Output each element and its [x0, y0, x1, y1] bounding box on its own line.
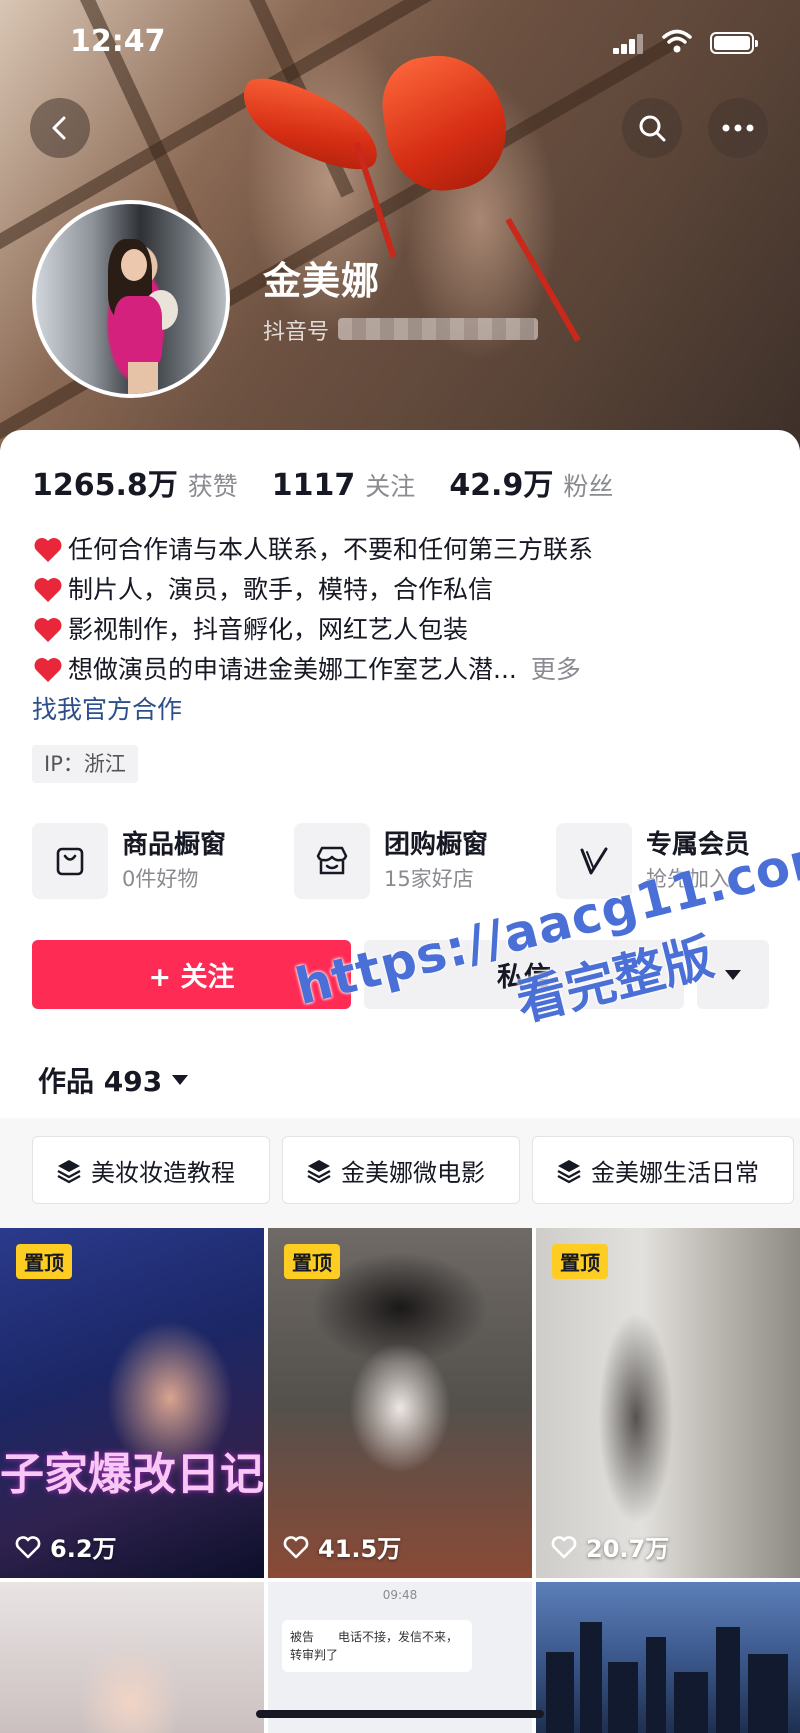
red-heart-icon: [34, 538, 62, 562]
stat-label: 粉丝: [563, 472, 614, 501]
battery-icon: [710, 32, 758, 54]
playlist-chip[interactable]: 金美娜生活日常: [532, 1136, 794, 1204]
profile-cover: 12:47 金美娜 抖音号: [0, 0, 800, 450]
city-building: [748, 1654, 788, 1733]
more-button[interactable]: [708, 98, 768, 158]
bio-text: 制片人，演员，歌手，模特，合作私信: [68, 575, 494, 604]
bio-text: 任何合作请与本人联系，不要和任何第三方联系: [68, 535, 594, 564]
layers-icon: [57, 1160, 81, 1184]
red-heart-icon: [34, 578, 62, 602]
more-dots-icon: [722, 124, 754, 132]
stat-value: 42.9万: [449, 468, 554, 503]
shortcut-icon-box: [294, 823, 370, 899]
bio-text: 影视制作，抖音孵化，网红艺人包装: [68, 615, 469, 644]
playlist-label: 金美娜生活日常: [591, 1158, 759, 1187]
city-building: [608, 1662, 638, 1733]
profile-stats: 1265.8万 获赞 1117 关注 42.9万 粉丝: [32, 460, 647, 504]
like-count: 20.7万: [550, 1529, 669, 1564]
heart-outline-icon: [15, 1535, 41, 1558]
shortcut-product-window[interactable]: 商品橱窗 0件好物: [32, 823, 226, 899]
heart-outline-icon: [551, 1535, 577, 1558]
profile-bio: 任何合作请与本人联系，不要和任何第三方联系 制片人，演员，歌手，模特，合作私信 …: [32, 530, 772, 730]
bio-line: 想做演员的申请进金美娜工作室艺人潜... 更多: [32, 650, 772, 690]
status-bar: 12:47: [0, 0, 800, 90]
stat-label: 关注: [365, 472, 416, 501]
douyin-id-label: 抖音号: [263, 320, 330, 345]
like-count: 41.5万: [282, 1529, 401, 1564]
stat-following[interactable]: 1117 关注: [272, 467, 416, 503]
bio-line: 制片人，演员，歌手，模特，合作私信: [32, 570, 772, 610]
bag-icon: [56, 847, 84, 876]
city-building: [546, 1652, 574, 1733]
video-thumbnail[interactable]: [0, 1582, 264, 1733]
video-thumbnail[interactable]: [536, 1582, 800, 1733]
playlist-chip[interactable]: 金美娜微电影: [282, 1136, 520, 1204]
home-indicator: [256, 1710, 544, 1718]
douyin-id-blurred[interactable]: [338, 318, 538, 340]
playlist-row: 美妆妆造教程 金美娜微电影 金美娜生活日常: [0, 1118, 800, 1228]
playlist-chip[interactable]: 美妆妆造教程: [32, 1136, 270, 1204]
red-heart-icon: [34, 618, 62, 642]
like-count-value: 6.2万: [50, 1535, 117, 1563]
city-building: [580, 1622, 602, 1733]
search-button[interactable]: [622, 98, 682, 158]
playlist-label: 金美娜微电影: [341, 1158, 485, 1187]
stat-value: 1265.8万: [32, 468, 178, 503]
tab-works-label: 作品 493: [38, 1065, 163, 1098]
stat-value: 1117: [271, 468, 356, 503]
profile-name: 金美娜: [263, 259, 381, 303]
layers-icon: [557, 1160, 581, 1184]
pinned-badge: 置顶: [284, 1244, 340, 1279]
avatar[interactable]: [32, 200, 230, 398]
video-caption-overlay: 子家爆改日记: [0, 1449, 264, 1500]
layers-icon: [307, 1160, 331, 1184]
ip-location-tag: IP：浙江: [32, 745, 138, 783]
chat-timestamp: 09:48: [382, 1588, 418, 1602]
pinned-badge: 置顶: [16, 1244, 72, 1279]
back-button[interactable]: [30, 98, 90, 158]
search-icon: [639, 115, 666, 142]
city-building: [674, 1672, 708, 1733]
chevron-left-icon: [52, 116, 66, 140]
city-building: [716, 1627, 740, 1733]
shortcut-title: 团购橱窗: [384, 830, 489, 860]
caret-down-icon: [172, 1075, 189, 1085]
shortcut-group-buy[interactable]: 团购橱窗 15家好店: [294, 823, 488, 899]
stat-followers[interactable]: 42.9万 粉丝: [449, 460, 613, 504]
bio-text: 想做演员的申请进金美娜工作室艺人潜...: [68, 655, 517, 684]
bio-more-link[interactable]: 更多: [531, 650, 581, 690]
video-thumbnail[interactable]: 置顶 20.7万: [536, 1228, 800, 1578]
status-time: 12:47: [70, 24, 166, 59]
bio-line: 任何合作请与本人联系，不要和任何第三方联系: [32, 530, 772, 570]
video-thumbnail[interactable]: 置顶 子家爆改日记 6.2万: [0, 1228, 264, 1578]
shortcut-subtitle: 15家好店: [384, 867, 474, 891]
playlist-label: 美妆妆造教程: [91, 1158, 235, 1187]
store-icon: [316, 846, 348, 875]
chat-bubble: 被告 电话不接，发信不来，转审判了: [282, 1620, 472, 1672]
video-thumbnail[interactable]: 置顶 41.5万: [268, 1228, 532, 1578]
like-count: 6.2万: [14, 1529, 117, 1564]
like-count-value: 41.5万: [318, 1535, 402, 1563]
shortcut-subtitle: 0件好物: [122, 867, 199, 891]
signal-icon: [613, 34, 645, 54]
stat-likes[interactable]: 1265.8万 获赞: [32, 460, 238, 504]
profile-card: 1265.8万 获赞 1117 关注 42.9万 粉丝 任何合作请与本人联系，不…: [0, 430, 800, 1733]
red-heart-icon: [34, 658, 62, 682]
tab-works[interactable]: 作品 493: [38, 1060, 189, 1100]
heart-outline-icon: [283, 1535, 309, 1558]
shortcut-icon-box: [32, 823, 108, 899]
like-count-value: 20.7万: [586, 1535, 670, 1563]
vip-icon: [580, 847, 608, 875]
shortcut-title: 商品橱窗: [122, 830, 227, 860]
city-building: [646, 1637, 666, 1733]
bio-line: 影视制作，抖音孵化，网红艺人包装: [32, 610, 772, 650]
stat-label: 获赞: [187, 472, 238, 501]
official-cooperation-link[interactable]: 找我官方合作: [32, 690, 772, 730]
wifi-icon: [662, 29, 692, 53]
pinned-badge: 置顶: [552, 1244, 608, 1279]
